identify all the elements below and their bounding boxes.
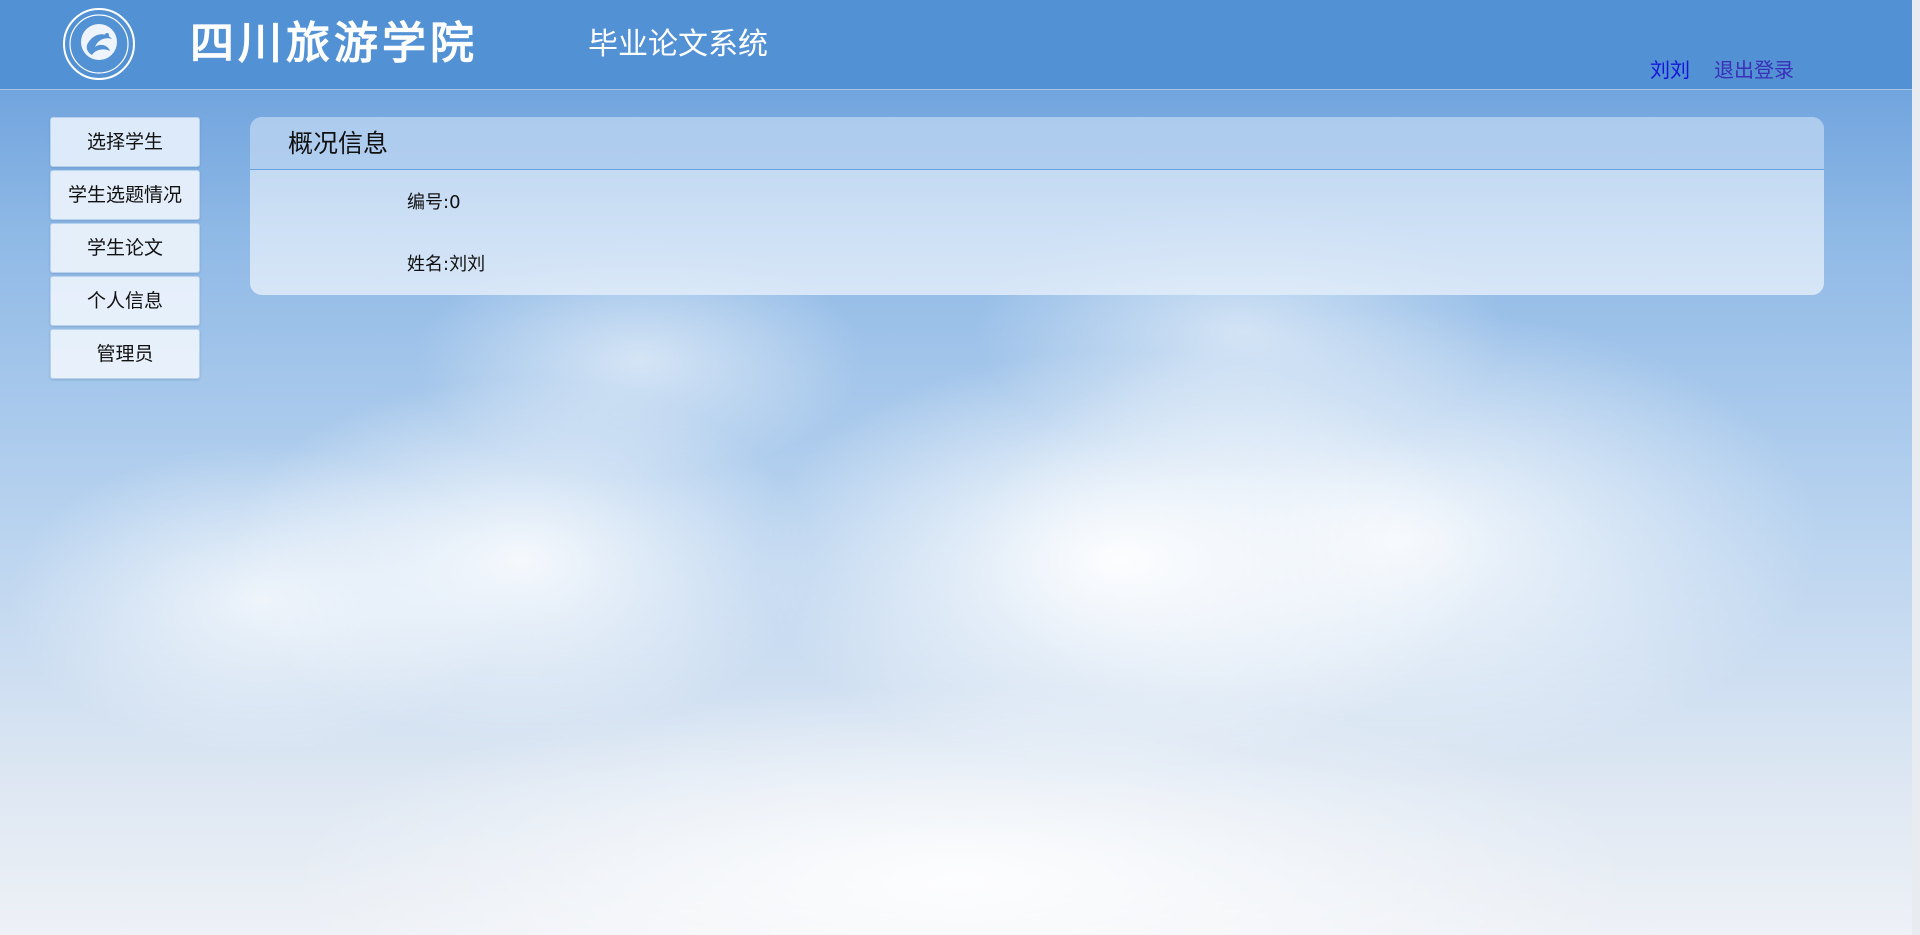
name-label: 姓名: xyxy=(407,254,450,275)
panel-header: 概况信息 xyxy=(250,117,1824,170)
overview-panel: 概况信息 编号:0 姓名:刘刘 xyxy=(250,117,1824,295)
name-value: 刘刘 xyxy=(449,254,486,275)
id-field: 编号:0 xyxy=(407,191,461,215)
user-name-link[interactable]: 刘刘 xyxy=(1650,57,1690,83)
sidebar-item-student-thesis[interactable]: 学生论文 xyxy=(50,223,200,273)
panel-title: 概况信息 xyxy=(288,129,389,158)
sidebar-item-personal-info[interactable]: 个人信息 xyxy=(50,276,200,326)
id-label: 编号: xyxy=(407,192,450,213)
sidebar-item-admin[interactable]: 管理员 xyxy=(50,329,200,379)
sidebar-nav: 选择学生 学生选题情况 学生论文 个人信息 管理员 xyxy=(50,117,200,382)
school-logo xyxy=(63,8,135,80)
id-value: 0 xyxy=(449,192,461,213)
sidebar-item-select-student[interactable]: 选择学生 xyxy=(50,117,200,167)
school-name: 四川旅游学院 xyxy=(190,18,478,69)
name-field: 姓名:刘刘 xyxy=(407,253,485,277)
vertical-scrollbar[interactable] xyxy=(1912,0,1920,935)
top-header: 四川旅游学院 毕业论文系统 刘刘 退出登录 xyxy=(0,0,1912,90)
sidebar-item-topic-status[interactable]: 学生选题情况 xyxy=(50,170,200,220)
system-name: 毕业论文系统 xyxy=(588,27,768,62)
logout-link[interactable]: 退出登录 xyxy=(1714,57,1794,83)
